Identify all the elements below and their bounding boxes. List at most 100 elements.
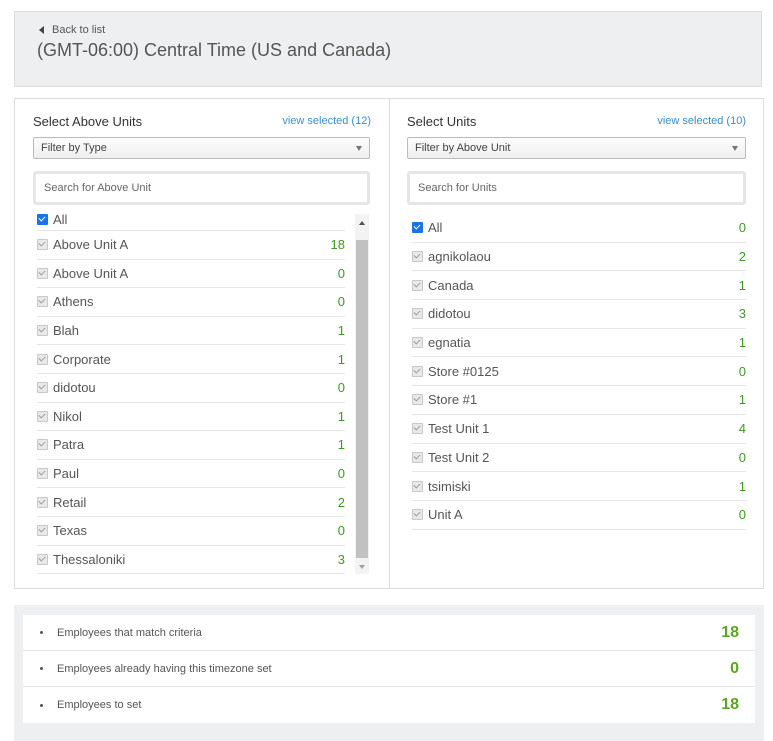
list-item-label: Blah [53,323,80,339]
checkbox[interactable] [37,214,48,225]
list-item[interactable]: Test Unit 1 4 [412,415,746,444]
checkbox[interactable] [412,222,423,234]
list-item-count: 0 [738,220,746,236]
scrollbar-thumb[interactable] [356,240,368,558]
list-item[interactable]: Retail 2 [37,488,345,517]
summary-label: Employees that match criteria [57,626,202,639]
view-selected-above-units-link[interactable]: view selected (12) [282,115,371,127]
list-item-count: 0 [738,449,746,465]
search-above-unit-input[interactable] [33,171,370,205]
list-item[interactable]: Unit A 0 [412,501,746,530]
checkbox[interactable] [412,480,423,492]
bullet-icon [40,667,43,670]
list-item-label: Paul [53,466,80,482]
checkbox[interactable] [37,410,48,422]
checkbox[interactable] [412,451,423,463]
units-list: All 0 agnikolaou 2 Canada 1 didotou 3 egnatia 1 St… [412,214,746,530]
list-item-count: 1 [337,323,345,339]
filter-by-above-unit-select[interactable]: Filter by Above Unit [407,137,746,159]
list-item-label: Nikol [53,408,82,424]
list-item[interactable]: Canada 1 [412,271,746,301]
dropdown-arrow-icon [356,146,362,151]
checkbox[interactable] [37,239,48,251]
checkbox[interactable] [412,308,423,320]
checkbox[interactable] [412,394,423,406]
list-item[interactable]: Corporate 1 [37,345,345,374]
checkbox[interactable] [37,496,48,508]
checkbox[interactable] [37,525,48,537]
list-item[interactable]: Store #1 1 [412,386,746,415]
list-item-label: Corporate [53,351,111,367]
back-to-list-label: Back to list [52,24,106,36]
back-to-list-link[interactable]: Back to list [39,24,105,36]
summary-panel: Employees that match criteria 18 Employees… [14,605,764,741]
list-item[interactable]: didotou 3 [412,300,746,329]
list-item-label: Above Unit A [53,237,129,253]
list-item[interactable]: Athens 0 [37,288,345,317]
checkbox[interactable] [37,267,48,279]
search-units-input[interactable] [407,171,746,205]
list-item[interactable]: Blah 1 [37,317,345,346]
filter-by-type-select[interactable]: Filter by Type [33,137,370,159]
list-item[interactable]: Thessaloniki 3 [37,546,345,575]
list-item-count: 0 [337,523,345,539]
checkbox[interactable] [37,353,48,365]
list-item[interactable]: Texas 0 [37,517,345,546]
checkbox[interactable] [412,251,423,263]
checkbox[interactable] [412,337,423,349]
list-item-label: tsimiski [428,478,471,494]
list-item-count: 0 [738,363,746,379]
list-item-all[interactable]: All 0 [412,214,746,243]
list-item[interactable]: egnatia 1 [412,329,746,358]
list-item[interactable]: Test Unit 2 0 [412,444,746,473]
list-item-count: 1 [337,351,345,367]
checkbox[interactable] [412,423,423,435]
checkbox[interactable] [37,382,48,394]
list-item-count: 1 [738,478,746,494]
checkbox[interactable] [37,439,48,451]
list-item[interactable]: agnikolaou 2 [412,243,746,272]
list-item-label: Athens [53,294,94,310]
list-item[interactable]: Patra 1 [37,431,345,460]
list-item-count: 1 [738,392,746,408]
list-item[interactable]: Above Unit A 0 [37,260,345,289]
checkbox[interactable] [37,325,48,337]
scroll-down-arrow-icon[interactable] [359,565,365,569]
summary-label: Employees to set [57,699,142,711]
above-units-title: Select Above Units [33,114,143,129]
list-item-label: All [53,212,68,227]
checkbox[interactable] [412,509,423,521]
checkbox[interactable] [37,296,48,308]
list-item-count: 0 [337,265,345,281]
list-item[interactable]: Above Unit A 18 [37,231,345,260]
scroll-up-arrow-icon[interactable] [359,221,365,225]
list-item[interactable]: Paul 0 [37,460,345,489]
units-title: Select Units [407,114,477,129]
filter-by-above-unit-value: Filter by Above Unit [415,142,511,154]
list-item[interactable]: Store #0125 0 [412,357,746,387]
caret-left-icon [39,26,44,34]
list-item-label: Texas [53,523,87,539]
summary-row: Employees already having this timezone s… [23,651,755,687]
list-item-label: Retail [53,494,87,510]
checkbox[interactable] [37,553,48,565]
list-item-count: 1 [337,437,345,453]
above-units-scrollbar[interactable] [355,214,369,574]
list-item-count: 1 [337,408,345,424]
checkbox[interactable] [412,365,423,377]
list-item[interactable]: tsimiski 1 [412,472,746,501]
list-item-label: Patra [53,437,85,453]
list-item[interactable]: Nikol 1 [37,403,345,432]
list-item-all[interactable]: All [37,209,345,231]
list-item-count: 2 [337,494,345,510]
list-item[interactable]: didotou 0 [37,374,345,403]
checkbox[interactable] [412,279,423,291]
list-item-count: 2 [738,249,746,265]
list-item-count: 0 [337,294,345,310]
list-item-label: Store #1 [428,392,478,408]
view-selected-units-link[interactable]: view selected (10) [657,115,746,127]
list-item-label: Test Unit 1 [428,421,490,437]
checkbox[interactable] [37,468,48,480]
list-item-label: Test Unit 2 [428,449,490,465]
list-item-count: 0 [337,380,345,396]
